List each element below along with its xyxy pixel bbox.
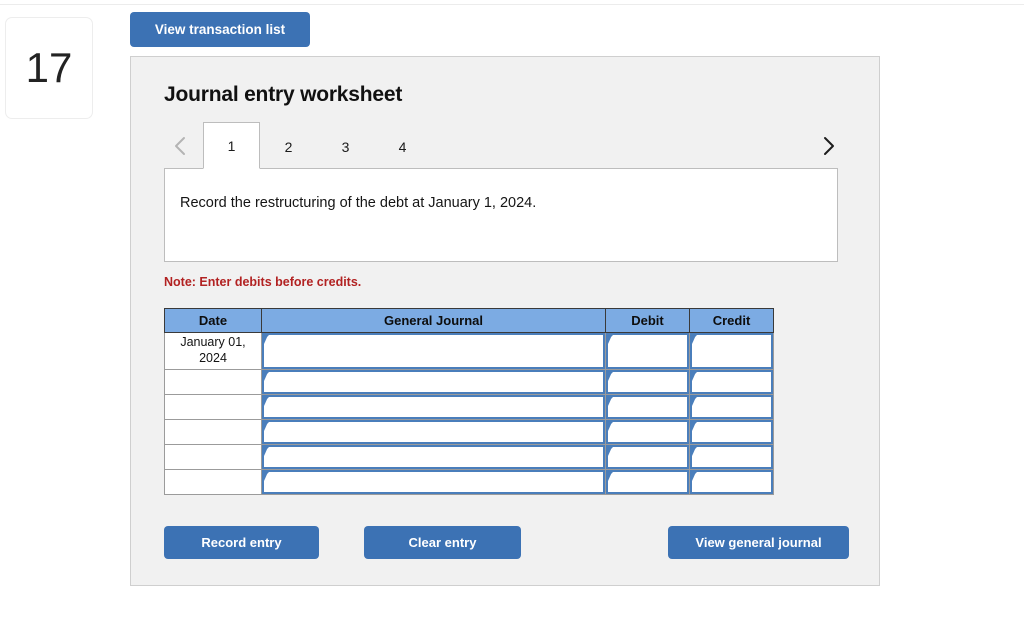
debit-input[interactable] (606, 395, 689, 419)
page-top-divider (0, 4, 1024, 5)
debit-input[interactable] (606, 333, 689, 369)
cell-credit[interactable] (689, 419, 774, 445)
cell-date[interactable] (164, 394, 262, 420)
tab-entry-3[interactable]: 3 (317, 123, 374, 169)
instruction-box: Record the restructuring of the debt at … (164, 168, 838, 262)
chevron-right-icon (821, 135, 835, 157)
general-journal-input[interactable] (262, 333, 605, 369)
credit-input[interactable] (690, 470, 773, 494)
cell-date[interactable] (164, 369, 262, 395)
previous-entry-button[interactable] (169, 131, 191, 161)
general-journal-input[interactable] (262, 470, 605, 494)
tab-entry-2[interactable]: 2 (260, 123, 317, 169)
cell-debit[interactable] (605, 419, 690, 445)
journal-entry-worksheet-panel: Journal entry worksheet 1 2 3 4 Record t… (130, 56, 880, 586)
cell-debit[interactable] (605, 369, 690, 395)
debit-input[interactable] (606, 445, 689, 469)
cell-general-journal[interactable] (261, 469, 606, 495)
cell-debit[interactable] (605, 332, 690, 370)
debit-input[interactable] (606, 470, 689, 494)
table-row (164, 369, 774, 395)
column-header-credit: Credit (689, 308, 774, 333)
cell-general-journal[interactable] (261, 394, 606, 420)
cell-credit[interactable] (689, 444, 774, 470)
table-row (164, 419, 774, 445)
table-row (164, 469, 774, 495)
general-journal-input[interactable] (262, 420, 605, 444)
cell-credit[interactable] (689, 469, 774, 495)
tab-label: 3 (341, 138, 350, 155)
debits-before-credits-note: Note: Enter debits before credits. (164, 275, 362, 289)
cell-credit[interactable] (689, 332, 774, 370)
cell-date[interactable] (164, 469, 262, 495)
general-journal-input[interactable] (262, 370, 605, 394)
cell-general-journal[interactable] (261, 419, 606, 445)
clear-entry-button[interactable]: Clear entry (364, 526, 521, 559)
record-entry-button[interactable]: Record entry (164, 526, 319, 559)
cell-date[interactable]: January 01, 2024 (164, 332, 262, 370)
table-row (164, 444, 774, 470)
cell-debit[interactable] (605, 444, 690, 470)
table-row (164, 394, 774, 420)
credit-input[interactable] (690, 445, 773, 469)
tab-entry-1[interactable]: 1 (203, 122, 260, 169)
cell-general-journal[interactable] (261, 444, 606, 470)
question-number: 17 (25, 44, 73, 91)
question-number-card: 17 (5, 17, 93, 119)
cell-debit[interactable] (605, 394, 690, 420)
cell-credit[interactable] (689, 369, 774, 395)
instruction-text: Record the restructuring of the debt at … (180, 195, 537, 211)
view-general-journal-button[interactable]: View general journal (668, 526, 849, 559)
page-title: Journal entry worksheet (164, 83, 403, 106)
tab-label: 2 (284, 138, 293, 155)
column-header-date: Date (164, 308, 262, 333)
journal-entry-table: Date General Journal Debit Credit Januar… (164, 308, 774, 495)
cell-general-journal[interactable] (261, 332, 606, 370)
column-header-general-journal: General Journal (261, 308, 606, 333)
cell-date[interactable] (164, 419, 262, 445)
worksheet-tab-bar: 1 2 3 4 (164, 122, 850, 169)
cell-date[interactable] (164, 444, 262, 470)
tab-entry-4[interactable]: 4 (374, 123, 431, 169)
table-row: January 01, 2024 (164, 332, 774, 370)
debit-input[interactable] (606, 420, 689, 444)
view-transaction-list-button[interactable]: View transaction list (130, 12, 310, 47)
column-header-debit: Debit (605, 308, 690, 333)
next-entry-button[interactable] (817, 131, 839, 161)
tab-label: 1 (227, 137, 236, 154)
cell-debit[interactable] (605, 469, 690, 495)
cell-general-journal[interactable] (261, 369, 606, 395)
credit-input[interactable] (690, 370, 773, 394)
credit-input[interactable] (690, 395, 773, 419)
general-journal-input[interactable] (262, 445, 605, 469)
chevron-left-icon (173, 135, 187, 157)
worksheet-tabs: 1 2 3 4 (203, 122, 431, 169)
table-header-row: Date General Journal Debit Credit (164, 308, 774, 333)
tab-label: 4 (398, 138, 407, 155)
credit-input[interactable] (690, 333, 773, 369)
credit-input[interactable] (690, 420, 773, 444)
debit-input[interactable] (606, 370, 689, 394)
general-journal-input[interactable] (262, 395, 605, 419)
cell-credit[interactable] (689, 394, 774, 420)
